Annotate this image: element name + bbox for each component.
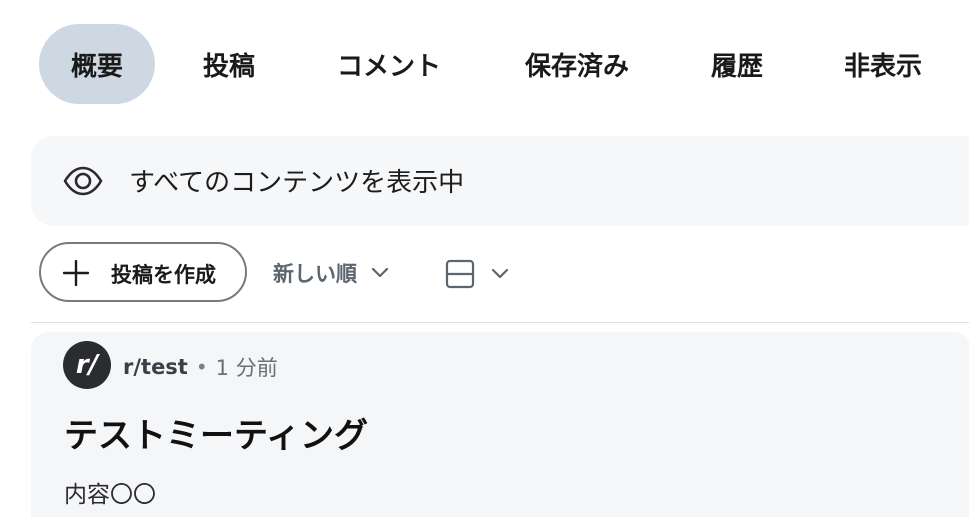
chevron-down-icon: [491, 268, 509, 279]
sort-label: 新しい順: [273, 262, 357, 286]
post-meta: r/test • 1 分前: [123, 352, 278, 382]
post-timestamp: 1 分前: [215, 356, 278, 380]
view-layout-dropdown[interactable]: [445, 258, 509, 290]
tab-hidden[interactable]: 非表示: [795, 24, 969, 104]
tab-posts[interactable]: 投稿: [155, 24, 303, 104]
tab-saved[interactable]: 保存済み: [475, 24, 679, 104]
content-visibility-banner: すべてのコンテンツを表示中: [31, 136, 969, 226]
create-post-button[interactable]: 投稿を作成: [39, 242, 247, 302]
post-body: 内容〇〇: [64, 482, 156, 508]
chevron-down-icon: [371, 267, 389, 278]
tab-comments[interactable]: コメント: [303, 24, 475, 104]
post-card[interactable]: r/ r/test • 1 分前 テストミーティング 内容〇〇: [31, 332, 969, 517]
profile-page: 概要 投稿 コメント 保存済み 履歴 非表示 すべてのコンテンツを表示中 投稿を…: [0, 0, 969, 517]
avatar-text: r/: [75, 350, 99, 380]
eye-icon: [63, 166, 103, 196]
plus-icon: [63, 260, 89, 286]
tab-overview[interactable]: 概要: [39, 24, 155, 104]
tab-history[interactable]: 履歴: [679, 24, 795, 104]
sort-dropdown[interactable]: 新しい順: [273, 258, 389, 288]
card-layout-icon: [445, 259, 475, 289]
banner-text: すべてのコンテンツを表示中: [129, 168, 465, 198]
meta-separator: •: [195, 355, 208, 379]
subreddit-avatar[interactable]: r/: [63, 341, 111, 389]
subreddit-link[interactable]: r/test: [123, 355, 188, 379]
divider: [31, 322, 969, 323]
post-title[interactable]: テストミーティング: [64, 408, 368, 457]
create-post-label: 投稿を作成: [111, 263, 216, 287]
profile-tabs: 概要 投稿 コメント 保存済み 履歴 非表示: [39, 24, 969, 104]
